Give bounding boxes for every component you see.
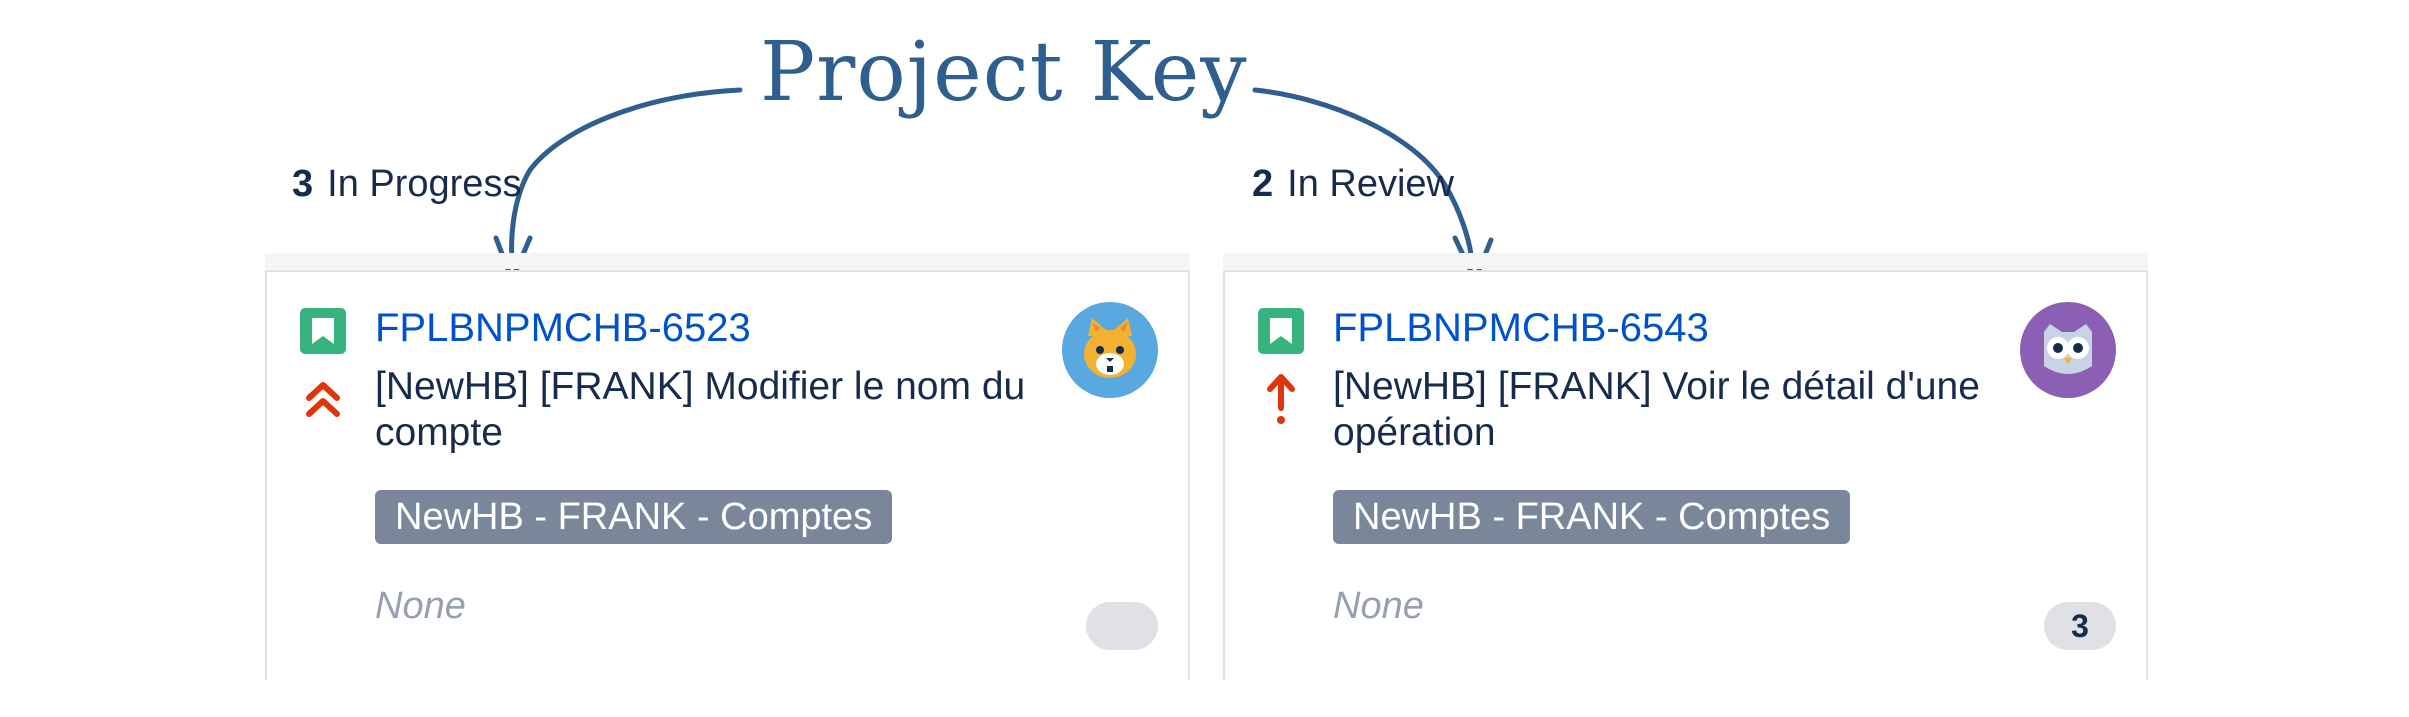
issue-key-link[interactable]: FPLBNPMCHB-6543 <box>1333 302 1709 354</box>
issue-summary: [NewHB] [FRANK] Modifier le nom du compt… <box>375 365 1026 454</box>
story-points-badge: 3 <box>2044 602 2116 650</box>
column-background <box>265 253 1190 269</box>
epic-label[interactable]: NewHB - FRANK - Comptes <box>1333 490 1851 544</box>
column-header-in-review: 2 In Review <box>1252 160 1454 208</box>
issue-summary: [NewHB] [FRANK] Voir le détail d'une opé… <box>1333 365 1980 454</box>
story-bookmark-icon <box>1258 308 1304 354</box>
blocker-priority-arrow-icon <box>1261 368 1301 428</box>
fix-version: None <box>1333 585 1424 627</box>
story-bookmark-icon <box>300 308 346 354</box>
column-name: In Progress <box>327 163 522 205</box>
column-issue-count: 2 <box>1252 163 1274 205</box>
annotation-title: Project Key <box>760 25 1248 120</box>
column-name: In Review <box>1287 163 1454 205</box>
issue-card[interactable]: FPLBNPMCHB-6523 [NewHB] [FRANK] Modifier… <box>265 270 1190 680</box>
fix-version: None <box>375 585 466 627</box>
column-background <box>1223 253 2148 269</box>
cat-avatar-icon[interactable] <box>1062 302 1158 398</box>
owl-avatar-icon[interactable] <box>2020 302 2116 398</box>
column-header-in-progress: 3 In Progress <box>292 160 521 208</box>
story-points-badge <box>1086 602 1158 650</box>
column-issue-count: 3 <box>292 163 314 205</box>
issue-key-link[interactable]: FPLBNPMCHB-6523 <box>375 302 751 354</box>
annotation-arrow-left <box>509 87 743 265</box>
epic-label[interactable]: NewHB - FRANK - Comptes <box>375 490 893 544</box>
highest-priority-double-chevron-icon <box>303 368 343 428</box>
issue-card[interactable]: FPLBNPMCHB-6543 [NewHB] [FRANK] Voir le … <box>1223 270 2148 680</box>
